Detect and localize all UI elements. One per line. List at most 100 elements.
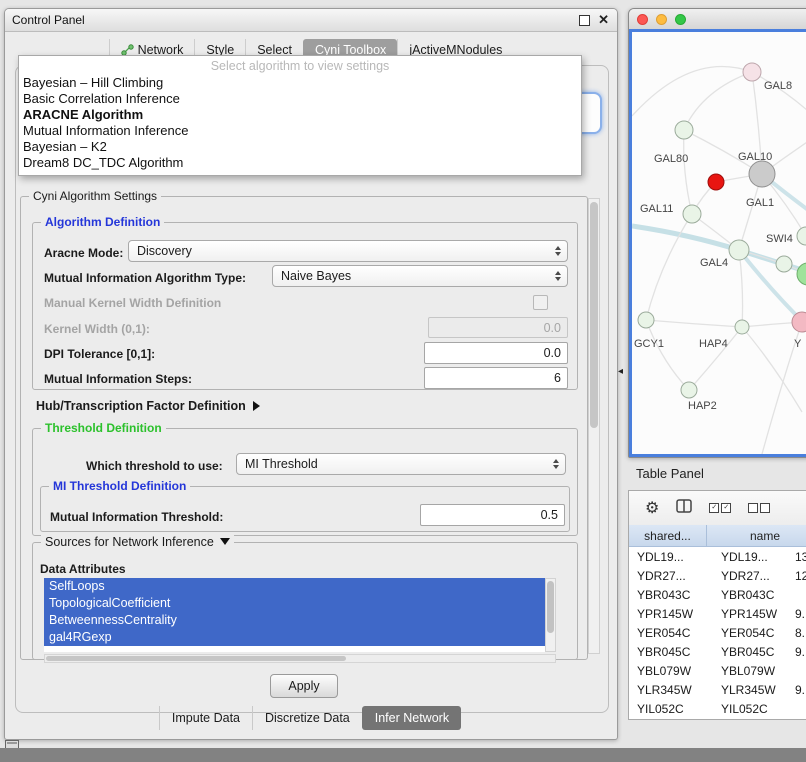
aracne-mode-label: Aracne Mode: xyxy=(44,246,123,260)
mi-steps-label: Mutual Information Steps: xyxy=(44,372,192,386)
close-traffic-button[interactable] xyxy=(637,14,648,25)
settings-group-title: Cyni Algorithm Settings xyxy=(29,189,161,203)
dropdown-item[interactable]: Bayesian – K2 xyxy=(19,139,581,155)
manual-kernel-label: Manual Kernel Width Definition xyxy=(44,296,221,310)
bottom-tab-label: Infer Network xyxy=(375,711,449,725)
mi-threshold-label: Mutual Information Threshold: xyxy=(50,510,223,524)
stepper-icon xyxy=(555,246,561,256)
dropdown-item[interactable]: Basic Correlation Inference xyxy=(19,91,581,107)
network-node[interactable] xyxy=(638,312,654,328)
cell-value: 13 xyxy=(791,550,806,564)
table-row[interactable]: YIL052C YIL052C xyxy=(629,699,806,718)
network-canvas[interactable]: GAL8GAL80GAL10GAL1GAL11SWI4GAL4GCY1HAP4Y… xyxy=(632,32,806,454)
cell-name: YBR045C xyxy=(713,645,791,659)
hub-definition-toggle[interactable]: Hub/Transcription Factor Definition xyxy=(36,399,260,413)
network-node[interactable] xyxy=(776,256,792,272)
stepper-icon xyxy=(553,459,559,469)
gear-icon[interactable]: ⚙ xyxy=(645,498,659,518)
table-row[interactable]: YBL079W YBL079W xyxy=(629,661,806,680)
node-label: HAP2 xyxy=(688,400,717,412)
table-row[interactable]: YBR043C YBR043C xyxy=(629,585,806,604)
zoom-traffic-button[interactable] xyxy=(675,14,686,25)
minimize-traffic-button[interactable] xyxy=(656,14,667,25)
cell-value: 9. xyxy=(791,683,806,697)
network-node[interactable] xyxy=(797,227,806,245)
node-label: GAL10 xyxy=(738,151,772,163)
attribute-list-hscrollbar[interactable] xyxy=(44,654,556,663)
scrollbar-thumb[interactable] xyxy=(590,202,598,428)
mi-threshold-field[interactable]: 0.5 xyxy=(420,504,565,526)
scrollbar-thumb[interactable] xyxy=(547,581,554,633)
bottom-tab[interactable]: Discretize Data xyxy=(252,706,362,730)
table-header-cell[interactable]: name xyxy=(707,525,806,547)
dropdown-item[interactable]: Mutual Information Inference xyxy=(19,123,581,139)
table-row[interactable]: YPR145W YPR145W 9. xyxy=(629,604,806,623)
cell-shared-name: YER054C xyxy=(629,626,713,640)
node-label: GAL1 xyxy=(746,197,774,209)
float-window-icon[interactable] xyxy=(579,15,590,26)
mi-type-label: Mutual Information Algorithm Type: xyxy=(44,271,246,285)
mi-steps-field[interactable]: 6 xyxy=(424,367,568,389)
network-node[interactable] xyxy=(749,161,775,187)
sources-toggle[interactable]: Sources for Network Inference xyxy=(41,535,234,549)
cell-shared-name: YLR345W xyxy=(629,683,713,697)
apply-button-label: Apply xyxy=(288,679,319,693)
network-node[interactable] xyxy=(675,121,693,139)
attribute-list-vscrollbar[interactable] xyxy=(545,578,556,652)
splitter-collapse-icon[interactable]: ◂ xyxy=(618,366,623,377)
mi-type-combo[interactable]: Naive Bayes xyxy=(272,265,568,287)
cell-shared-name: YBL079W xyxy=(629,664,713,678)
attribute-item[interactable]: SelfLoops xyxy=(44,578,546,595)
bottom-tab[interactable]: Impute Data xyxy=(159,706,252,730)
select-all-icon[interactable]: ✓✓ xyxy=(709,503,731,513)
dropdown-placeholder: Select algorithm to view settings xyxy=(19,58,581,75)
dropdown-item-label: Mutual Information Inference xyxy=(23,123,188,138)
network-node[interactable] xyxy=(683,205,701,223)
attribute-item[interactable]: TopologicalCoefficient xyxy=(44,595,546,612)
attribute-item[interactable]: gal4RGexp xyxy=(44,629,546,646)
dpi-tolerance-field[interactable]: 0.0 xyxy=(424,342,568,364)
table-row[interactable]: YLR345W YLR345W 9. xyxy=(629,680,806,699)
apply-button[interactable]: Apply xyxy=(270,674,338,698)
aracne-mode-value: Discovery xyxy=(137,244,192,258)
dropdown-item[interactable]: Dream8 DC_TDC Algorithm xyxy=(19,155,581,171)
network-edge xyxy=(684,72,752,130)
status-strip xyxy=(0,748,806,762)
cell-name: YER054C xyxy=(713,626,791,640)
dpi-tolerance-value: 0.0 xyxy=(544,346,561,360)
table-row[interactable]: YDL19... YDL19... 13 xyxy=(629,547,806,566)
network-view-window: GAL8GAL80GAL10GAL1GAL11SWI4GAL4GCY1HAP4Y… xyxy=(628,8,806,458)
network-window-titlebar xyxy=(629,9,806,30)
table-row[interactable]: YDR27... YDR27... 12 xyxy=(629,566,806,585)
settings-vscrollbar[interactable] xyxy=(588,198,600,654)
attribute-item[interactable]: BetweennessCentrality xyxy=(44,612,546,629)
manual-kernel-checkbox xyxy=(533,295,548,310)
cell-shared-name: YBR043C xyxy=(629,588,713,602)
columns-icon[interactable] xyxy=(676,499,692,518)
network-node[interactable] xyxy=(708,174,724,190)
dropdown-item-label: ARACNE Algorithm xyxy=(23,107,143,122)
cell-name: YDL19... xyxy=(713,550,791,564)
deselect-all-icon[interactable] xyxy=(748,503,770,513)
aracne-mode-combo[interactable]: Discovery xyxy=(128,240,568,262)
dropdown-item[interactable]: Bayesian – Hill Climbing xyxy=(19,75,581,91)
which-threshold-combo[interactable]: MI Threshold xyxy=(236,453,566,475)
window-title: Control Panel xyxy=(5,13,85,27)
network-node[interactable] xyxy=(735,320,749,334)
network-node[interactable] xyxy=(729,240,749,260)
table-row[interactable]: YER054C YER054C 8. xyxy=(629,623,806,642)
cell-shared-name: YDL19... xyxy=(629,550,713,564)
table-row[interactable]: YBR045C YBR045C 9. xyxy=(629,642,806,661)
cell-value: 9. xyxy=(791,607,806,621)
threshold-definition-title: Threshold Definition xyxy=(41,421,166,435)
network-node[interactable] xyxy=(681,382,697,398)
dropdown-item[interactable]: ARACNE Algorithm xyxy=(19,107,581,123)
network-node[interactable] xyxy=(743,63,761,81)
mi-steps-value: 6 xyxy=(554,371,561,385)
data-attributes-label: Data Attributes xyxy=(40,562,126,576)
close-icon[interactable]: ✕ xyxy=(598,14,609,26)
scrollbar-thumb[interactable] xyxy=(46,656,346,661)
table-header-cell[interactable]: shared... xyxy=(629,525,707,547)
node-label: GAL80 xyxy=(654,153,688,165)
bottom-tab[interactable]: Infer Network xyxy=(362,706,461,730)
